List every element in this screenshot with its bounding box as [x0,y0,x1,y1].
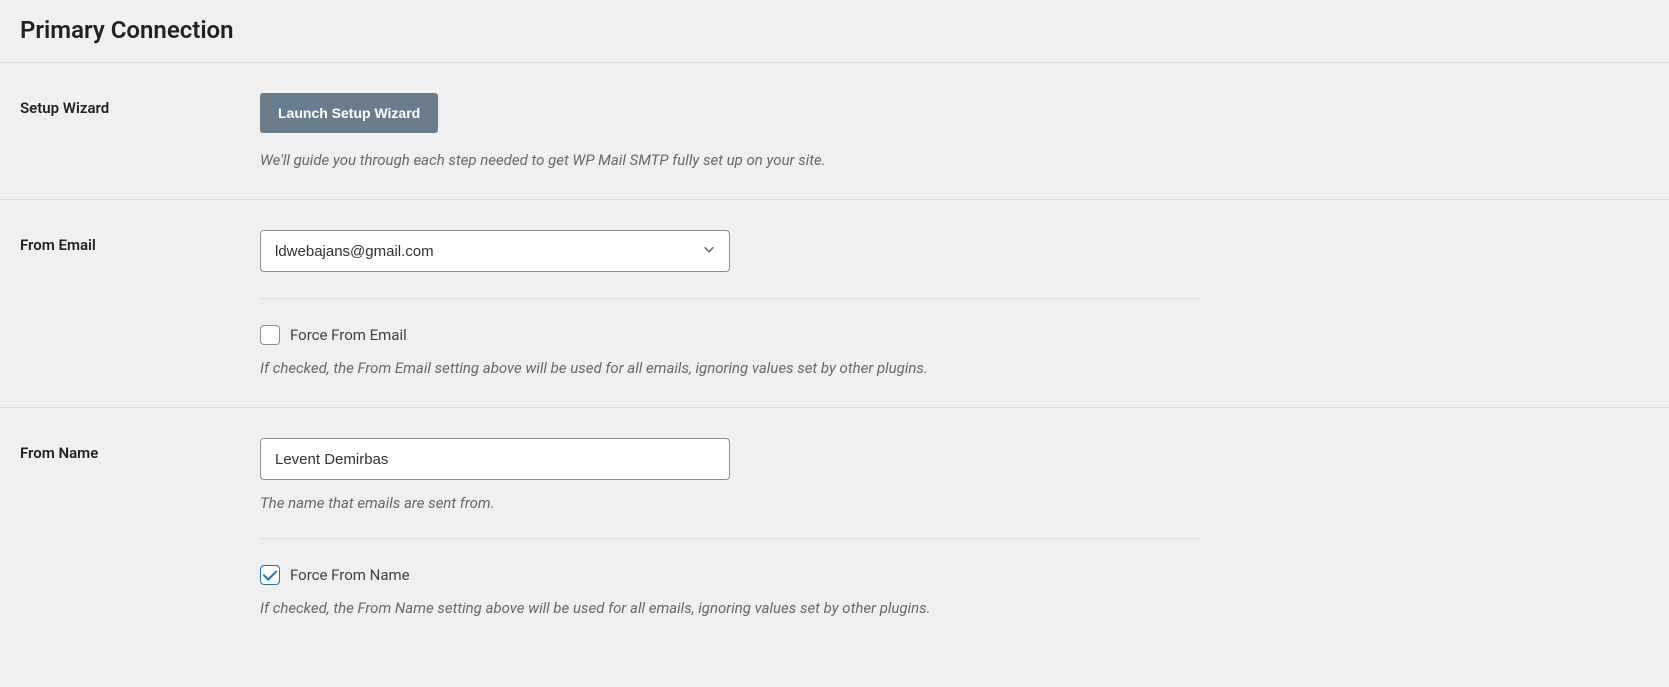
from-name-description: The name that emails are sent from. [260,494,1200,512]
sub-divider [260,538,1200,539]
from-name-section: From Name The name that emails are sent … [0,408,1669,647]
page-title: Primary Connection [0,0,1669,62]
setup-wizard-label: Setup Wizard [20,93,260,169]
force-from-name-label[interactable]: Force From Name [290,566,410,584]
from-email-section: From Email Force From Email If checked, … [0,200,1669,408]
from-name-input[interactable] [260,438,730,480]
setup-wizard-section: Setup Wizard Launch Setup Wizard We'll g… [0,63,1669,200]
from-email-label: From Email [20,230,260,377]
force-from-email-label[interactable]: Force From Email [290,326,407,344]
force-from-name-checkbox[interactable] [260,565,280,585]
launch-setup-wizard-button[interactable]: Launch Setup Wizard [260,93,438,133]
force-from-email-checkbox[interactable] [260,325,280,345]
setup-wizard-description: We'll guide you through each step needed… [260,151,1200,169]
sub-divider [260,298,1200,299]
from-name-label: From Name [20,438,260,617]
from-email-select[interactable] [260,230,730,272]
force-from-name-description: If checked, the From Name setting above … [260,599,1200,617]
force-from-email-description: If checked, the From Email setting above… [260,359,1200,377]
